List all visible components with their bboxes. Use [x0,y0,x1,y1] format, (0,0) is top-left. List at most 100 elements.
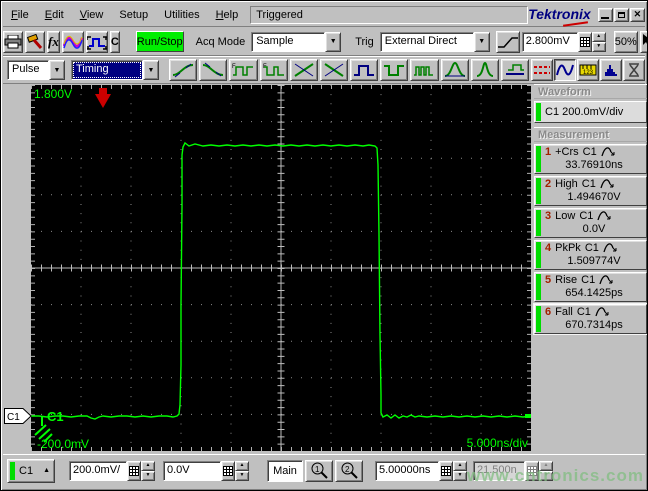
minimize-button[interactable] [597,7,613,22]
cursors-icon [534,66,551,74]
chevron-down-icon[interactable]: ▼ [49,60,65,80]
measure-ruler-button[interactable]: 123 [577,59,600,81]
zoom1-button[interactable]: 1 [305,459,333,482]
rise-cross-button[interactable] [289,59,318,81]
measurement-value: 1.494670V [567,191,621,203]
keypad-button[interactable] [221,460,235,481]
waveform-source-label: C1 200.0mV/div [545,106,624,118]
zoom2-button[interactable]: 2 [335,459,363,482]
trigger-level-stepper: ▲ ▼ [591,31,606,52]
bottombar: C1 ▲ 200.0mV/ ▲ ▼ 0.0V ▲ ▼ Main 1 2 5.0000… [3,454,645,486]
chevron-down-icon[interactable]: ▼ [325,31,342,52]
fall-time-button[interactable] [199,59,228,81]
flat-top-button[interactable] [500,59,530,81]
chevron-down-icon[interactable]: ▼ [473,31,490,52]
fall-cross-button[interactable] [319,59,349,81]
channel-select-button[interactable]: C1 ▲ [7,458,55,483]
spin-up-icon[interactable]: ▲ [591,31,606,42]
menu-help[interactable]: Help [208,6,247,24]
channel-marker[interactable]: C1 [4,408,32,427]
meas-subcategory-select[interactable]: Timing ▼ [71,60,159,80]
math-button[interactable]: fx [47,30,60,53]
trigger-source-select[interactable]: External Direct ▼ [379,31,490,52]
graticule[interactable]: 1.800V -200.0mV 5.000ns/div C1 [31,85,532,451]
context-help-button[interactable]: ? [639,30,647,53]
zoom-percent-button[interactable]: 50% [613,30,638,53]
measurement-4[interactable]: 4 PkPk C1 1.509774V [534,240,647,270]
print-button[interactable] [3,30,23,53]
svg-text:C1: C1 [7,412,20,423]
spin-up-icon[interactable]: ▲ [235,460,249,471]
tools-button[interactable] [25,30,45,53]
menu-file[interactable]: File [3,6,37,24]
spin-down-icon[interactable]: ▼ [235,470,249,481]
keypad-button[interactable] [577,31,592,52]
measurement-5[interactable]: 5 Rise C1 654.1425ps [534,272,647,302]
menu-view[interactable]: View [72,6,112,24]
acq-mode-select[interactable]: Sample ▼ [251,31,342,52]
measurement-1[interactable]: 1 +Crs C1 33.76910ns [534,144,647,174]
negative-width-button[interactable]: F [259,59,288,81]
oscilloscope-window: File Edit View Setup Utilities Help Trig… [0,0,648,491]
keypad-button[interactable] [127,460,141,481]
run-stop-button[interactable]: Run/Stop [135,31,184,52]
close-button[interactable]: ✕ [629,7,645,22]
horizontal-scale-value[interactable]: 5.00000ns [375,460,439,481]
spin-down-icon[interactable]: ▼ [539,470,553,481]
trace-label[interactable]: C1 [47,409,64,424]
spin-up-icon[interactable]: ▲ [141,460,155,471]
c-button[interactable]: C [109,30,120,53]
menu-setup[interactable]: Setup [111,6,156,24]
spin-up-icon[interactable]: ▲ [453,460,467,471]
waveform-display-button[interactable] [554,59,577,81]
histogram-button[interactable] [600,59,623,81]
narrow-peak-button[interactable] [470,59,499,81]
rise-time-icon [172,63,194,78]
keypad-button[interactable] [439,460,453,481]
measurement-3[interactable]: 3 Low C1 0.0V [534,208,647,238]
chevron-down-icon[interactable]: ▼ [143,60,159,80]
negative-pulse-button[interactable] [380,59,409,81]
positive-peak-button[interactable] [440,59,469,81]
cursors-button[interactable] [531,59,554,81]
vertical-scale-value[interactable]: 200.0mV/ [69,460,127,481]
positive-width-button[interactable]: F [229,59,258,81]
vertical-offset-field: 0.0V ▲ ▼ [163,460,249,481]
negative-pulse-icon [384,65,405,76]
positive-pulse-button[interactable] [350,59,379,81]
waveform-header: Waveform [534,84,647,99]
mask-button[interactable] [623,59,646,81]
horizontal-position-value[interactable]: 21.500n [473,460,525,481]
measurement-value: 654.1425ps [565,287,623,299]
trigger-slope-button[interactable] [495,30,520,53]
trigger-level-value[interactable]: 2.800mV [521,31,578,52]
burst-width-button[interactable] [410,59,439,81]
channel-color-stripe [10,461,15,480]
spin-down-icon[interactable]: ▼ [591,41,606,52]
restore-icon [617,11,625,18]
keypad-button[interactable] [525,460,539,481]
spin-down-icon[interactable]: ▼ [141,470,155,481]
menubar: File Edit View Setup Utilities Help Trig… [3,3,645,27]
pulse-select-button[interactable] [85,30,108,53]
vertical-offset-stepper: ▲ ▼ [235,460,249,481]
vertical-offset-value[interactable]: 0.0V [163,460,221,481]
measurement-2[interactable]: 2 High C1 1.494670V [534,176,647,206]
menu-utilities[interactable]: Utilities [156,6,207,24]
rise-time-button[interactable] [169,59,198,81]
spin-down-icon[interactable]: ▼ [453,470,467,481]
waveform-icon [62,35,83,49]
negative-width-icon: F [263,64,284,76]
measurement-value: 0.0V [582,223,606,235]
restore-button[interactable] [613,7,629,22]
meas-category-select[interactable]: Pulse ▼ [7,60,65,80]
waveform-colors-button[interactable] [61,30,84,53]
trigger-marker-icon[interactable] [95,88,111,108]
measurement-6[interactable]: 6 Fall C1 670.7314ps [533,303,647,335]
pulse-glyph-icon [600,179,614,189]
menu-edit[interactable]: Edit [37,6,72,24]
positive-width-icon: F [232,64,254,76]
waveform-source-panel[interactable]: C1 200.0mV/div [534,101,647,123]
timebase-view-button[interactable]: Main [267,459,303,482]
spin-up-icon[interactable]: ▲ [539,460,553,471]
